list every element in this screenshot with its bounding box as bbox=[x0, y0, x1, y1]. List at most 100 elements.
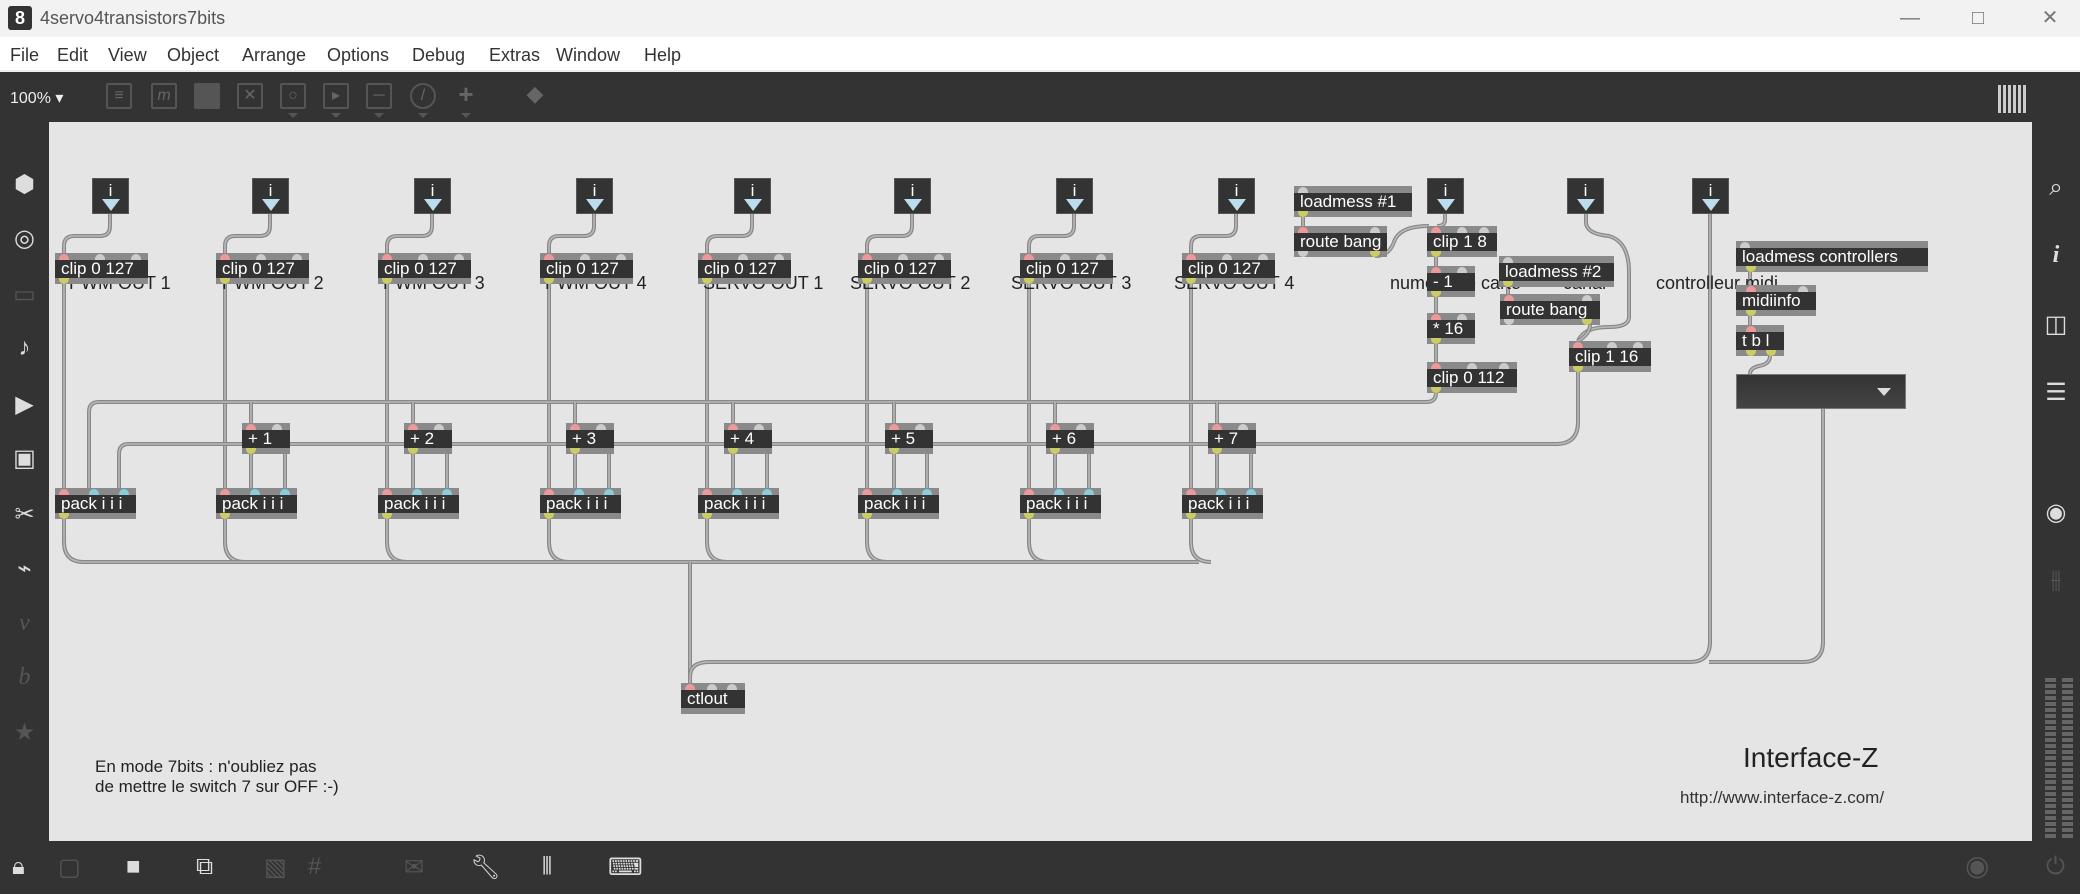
menu-options[interactable]: Options bbox=[327, 45, 389, 66]
paperclip-icon[interactable]: ✂ bbox=[0, 500, 49, 529]
pack-object-5[interactable]: pack i i i bbox=[698, 488, 779, 519]
zoom-level-select[interactable]: 100% ▾ bbox=[10, 88, 63, 108]
grid-icon[interactable]: # bbox=[308, 853, 321, 881]
vizzie-icon[interactable]: v bbox=[0, 610, 49, 637]
cord-numbox-clip-7[interactable] bbox=[1027, 214, 1076, 253]
pack-object-6[interactable]: pack i i i bbox=[858, 488, 939, 519]
piano-icon[interactable]: ⫴ bbox=[542, 853, 552, 881]
plus-1-object[interactable]: + 1 bbox=[242, 423, 290, 454]
cord-pack-bus-4[interactable] bbox=[547, 519, 669, 564]
plug-icon[interactable]: ⌁ bbox=[0, 554, 49, 583]
numbox-pwm-1[interactable]: i bbox=[92, 178, 129, 214]
cord-numbox-clip-2[interactable] bbox=[223, 214, 272, 253]
menu-help[interactable]: Help bbox=[644, 45, 681, 66]
toggle-icon[interactable]: ✕ bbox=[237, 83, 263, 109]
info-icon[interactable]: i bbox=[2032, 242, 2080, 269]
power-icon[interactable]: ⏻ bbox=[2046, 853, 2065, 881]
plus-5-object[interactable]: + 5 bbox=[885, 423, 933, 454]
numbox-midi-controller[interactable]: i bbox=[1692, 178, 1729, 214]
loadmess-controllers-object[interactable]: loadmess controllers bbox=[1736, 241, 1928, 272]
cord-pack-bus-2[interactable] bbox=[223, 519, 669, 564]
beap-icon[interactable]: b bbox=[0, 664, 49, 691]
loadmess-2-object[interactable]: loadmess #2 bbox=[1499, 256, 1614, 287]
trigger-tbl-object[interactable]: t b l bbox=[1736, 325, 1784, 356]
cord-numbox-clip-5[interactable] bbox=[705, 214, 754, 253]
maximize-button[interactable]: □ bbox=[1958, 4, 1998, 32]
cord-channel-bus[interactable] bbox=[117, 372, 1580, 488]
menu-edit[interactable]: Edit bbox=[57, 45, 88, 66]
pack-object-2[interactable]: pack i i i bbox=[216, 488, 297, 519]
slider-caret-icon[interactable] bbox=[374, 113, 384, 118]
clip-object-pwm-1[interactable]: clip 0 127 bbox=[55, 253, 148, 284]
plus-3-object[interactable]: + 3 bbox=[566, 423, 614, 454]
media-icon[interactable]: ▶ bbox=[0, 390, 49, 419]
pack-object-4[interactable]: pack i i i bbox=[540, 488, 621, 519]
add-icon[interactable]: + bbox=[453, 81, 479, 109]
split-view-icon[interactable]: ◫ bbox=[2032, 310, 2080, 339]
plus-7-object[interactable]: + 7 bbox=[1208, 423, 1256, 454]
grid-toggle-icon[interactable]: ▧ bbox=[264, 853, 287, 882]
minimize-button[interactable]: — bbox=[1890, 4, 1930, 32]
close-button[interactable]: ✕ bbox=[2030, 4, 2070, 32]
numbox-servo-3[interactable]: i bbox=[1056, 178, 1093, 214]
clip-1-8-object[interactable]: clip 1 8 bbox=[1427, 226, 1497, 257]
patcher-canvas[interactable]: PWM OUT 1 PWM OUT 2 PWM OUT 3 PWM OUT 4 … bbox=[49, 122, 2032, 841]
cord-numbox-clip-8[interactable] bbox=[1189, 214, 1238, 253]
pack-object-7[interactable]: pack i i i bbox=[1020, 488, 1101, 519]
keyboard-icon[interactable]: ⌨ bbox=[608, 853, 643, 882]
route-bang-2-object[interactable]: route bang bbox=[1500, 294, 1600, 325]
numbox-card-number[interactable]: i bbox=[1427, 178, 1464, 214]
cord-pack-bus-1[interactable] bbox=[62, 519, 669, 564]
cord-numbox-clip-4[interactable] bbox=[547, 214, 596, 253]
music-note-icon[interactable]: ♪ bbox=[0, 334, 49, 362]
button-icon[interactable]: ○ bbox=[280, 83, 306, 109]
object-cube-icon[interactable]: ⬢ bbox=[0, 170, 49, 199]
times-16-object[interactable]: * 16 bbox=[1427, 313, 1475, 344]
menu-debug[interactable]: Debug bbox=[412, 45, 465, 66]
loadmess-1-object[interactable]: loadmess #1 bbox=[1294, 186, 1412, 217]
cord-pack-bus-3[interactable] bbox=[385, 519, 669, 564]
image-icon[interactable]: ▣ bbox=[0, 444, 49, 473]
target-icon[interactable]: ◎ bbox=[0, 224, 49, 253]
numbox-servo-2[interactable]: i bbox=[894, 178, 931, 214]
cord-numbox-clip-1[interactable] bbox=[62, 214, 112, 253]
slider-icon[interactable]: ─ bbox=[366, 83, 392, 109]
dial-caret-icon[interactable] bbox=[418, 113, 428, 118]
clip-1-16-object[interactable]: clip 1 16 bbox=[1569, 341, 1651, 372]
numbox-servo-4[interactable]: i bbox=[1218, 178, 1255, 214]
lock-icon[interactable]: 🔒︎ bbox=[12, 853, 25, 881]
numbox-pwm-2[interactable]: i bbox=[252, 178, 289, 214]
comment-icon[interactable] bbox=[194, 83, 220, 109]
star-icon[interactable]: ★ bbox=[0, 718, 49, 747]
menu-window[interactable]: Window bbox=[556, 45, 620, 66]
pack-object-1[interactable]: pack i i i bbox=[55, 488, 136, 519]
menu-object[interactable]: Object bbox=[167, 45, 219, 66]
cord-tbl-umenu[interactable] bbox=[1748, 355, 1772, 375]
controller-umenu[interactable] bbox=[1736, 374, 1906, 409]
mixer-icon[interactable]: ⫵ bbox=[2032, 566, 2080, 594]
clip-object-servo-1[interactable]: clip 0 127 bbox=[698, 253, 791, 284]
message-icon[interactable]: m bbox=[151, 83, 177, 109]
clip-object-servo-4[interactable]: clip 0 127 bbox=[1182, 253, 1275, 284]
paint-bucket-icon[interactable]: ◆ bbox=[522, 83, 548, 109]
clip-object-pwm-2[interactable]: clip 0 127 bbox=[216, 253, 309, 284]
snapshot-icon[interactable]: ◉ bbox=[2032, 498, 2080, 527]
list-icon[interactable]: ☰ bbox=[2032, 378, 2080, 407]
plus-6-object[interactable]: + 6 bbox=[1046, 423, 1094, 454]
clip-0-112-object[interactable]: clip 0 112 bbox=[1427, 362, 1517, 393]
clip-object-servo-2[interactable]: clip 0 127 bbox=[858, 253, 951, 284]
numbox-channel[interactable]: i bbox=[1567, 178, 1604, 214]
plus-2-object[interactable]: + 2 bbox=[404, 423, 452, 454]
presentation-select-icon[interactable]: ▢ bbox=[58, 853, 81, 882]
numbox-pwm-3[interactable]: i bbox=[414, 178, 451, 214]
ctlout-object[interactable]: ctlout bbox=[681, 683, 745, 714]
console-icon[interactable]: ▭ bbox=[0, 280, 49, 309]
pack-object-3[interactable]: pack i i i bbox=[378, 488, 459, 519]
presentation-mode-icon[interactable]: ■ bbox=[126, 853, 141, 881]
pack-object-8[interactable]: pack i i i bbox=[1182, 488, 1263, 519]
play-icon[interactable]: ▸ bbox=[323, 83, 349, 109]
numbox-servo-1[interactable]: i bbox=[734, 178, 771, 214]
menu-arrange[interactable]: Arrange bbox=[242, 45, 306, 66]
button-caret-icon[interactable] bbox=[288, 113, 298, 118]
new-view-icon[interactable]: ⧉ bbox=[196, 853, 213, 881]
